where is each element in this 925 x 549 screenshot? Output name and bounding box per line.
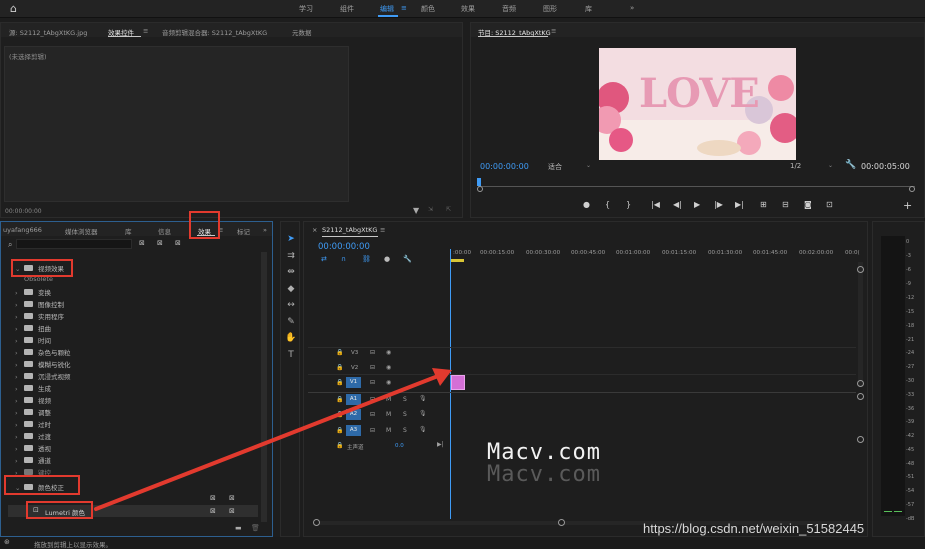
credit-url: https://blog.csdn.net/weixin_51582445 — [643, 521, 865, 536]
watermark-shadow-text: Macv.com — [487, 462, 601, 487]
annotation-arrow — [94, 368, 452, 511]
